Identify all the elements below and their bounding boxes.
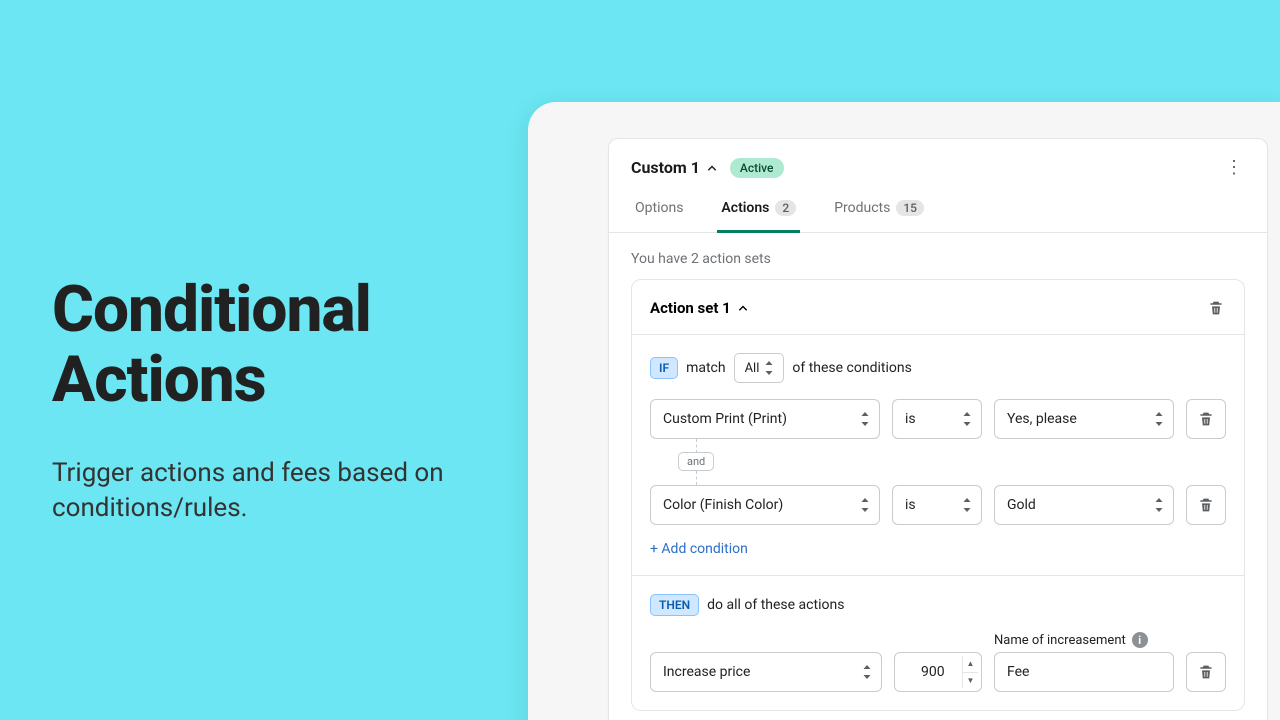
if-chip: IF	[650, 357, 678, 379]
delete-action-button[interactable]	[1186, 652, 1226, 692]
app-window: Custom 1 Active ⋮ Options Actions 2 Prod…	[528, 102, 1280, 720]
then-chip: THEN	[650, 594, 699, 616]
then-text: do all of these actions	[707, 597, 844, 613]
updown-caret-icon	[1153, 497, 1165, 513]
if-pre-text: match	[686, 360, 726, 376]
condition-operator-select[interactable]: is	[892, 485, 982, 525]
price-amount-input[interactable]: ¥ 900 ▲ ▼	[894, 652, 982, 692]
updown-caret-icon	[961, 411, 973, 427]
tab-options[interactable]: Options	[631, 192, 687, 233]
hero-title-line2: Actions	[52, 342, 266, 417]
optionset-card: Custom 1 Active ⋮ Options Actions 2 Prod…	[608, 138, 1268, 720]
updown-caret-icon	[861, 664, 873, 680]
actionsets-note: You have 2 action sets	[609, 233, 1267, 279]
match-mode-select[interactable]: All	[734, 353, 785, 383]
match-mode-value: All	[745, 361, 760, 376]
updown-caret-icon	[1153, 411, 1165, 427]
updown-caret-icon	[859, 411, 871, 427]
increasement-name-value: Fee	[1007, 664, 1029, 680]
action-row: Increase price ¥ 900 ▲ ▼	[650, 632, 1226, 692]
condition-field-select[interactable]: Color (Finish Color)	[650, 485, 880, 525]
updown-caret-icon	[961, 497, 973, 513]
condition-value: Yes, please	[1007, 411, 1077, 427]
amount-stepper: ▲ ▼	[962, 656, 978, 688]
then-block: THEN do all of these actions Increase pr…	[632, 575, 1244, 710]
actionset-title-toggle[interactable]: Action set 1	[650, 299, 749, 317]
tab-actions-label: Actions	[721, 200, 769, 216]
tab-products-count: 15	[896, 200, 924, 216]
condition-row: Custom Print (Print) is Yes, please	[650, 399, 1226, 439]
info-icon[interactable]: i	[1132, 632, 1148, 648]
tabs: Options Actions 2 Products 15	[609, 192, 1267, 233]
condition-field-select[interactable]: Custom Print (Print)	[650, 399, 880, 439]
condition-value-select[interactable]: Gold	[994, 485, 1174, 525]
if-block: IF match All of these conditions Custom …	[632, 334, 1244, 575]
tab-actions-count: 2	[775, 200, 796, 216]
condition-operator-value: is	[905, 497, 916, 513]
price-amount-value: 900	[921, 664, 945, 680]
stepper-up-button[interactable]: ▲	[963, 656, 978, 672]
optionset-title-toggle[interactable]: Custom 1	[631, 158, 718, 177]
condition-value-select[interactable]: Yes, please	[994, 399, 1174, 439]
delete-actionset-button[interactable]	[1206, 298, 1226, 318]
actionset-title: Action set 1	[650, 299, 731, 317]
more-menu-button[interactable]: ⋮	[1223, 157, 1245, 178]
increasement-name-text: Name of increasement	[994, 633, 1126, 648]
tab-products-label: Products	[834, 200, 890, 216]
if-post-text: of these conditions	[792, 360, 911, 376]
condition-field-value: Custom Print (Print)	[663, 411, 787, 427]
delete-condition-button[interactable]	[1186, 485, 1226, 525]
hero-subtitle: Trigger actions and fees based on condit…	[52, 456, 532, 526]
condition-value: Gold	[1007, 497, 1036, 513]
hero: Conditional Actions Trigger actions and …	[52, 275, 532, 526]
actionset-card: Action set 1 IF match All	[631, 279, 1245, 711]
chevron-up-icon	[737, 302, 749, 314]
condition-operator-select[interactable]: is	[892, 399, 982, 439]
hero-title-line1: Conditional	[52, 272, 371, 347]
increasement-name-label: Name of increasement i	[994, 632, 1174, 648]
action-type-value: Increase price	[663, 664, 750, 680]
updown-caret-icon	[763, 360, 775, 376]
chevron-up-icon	[706, 162, 718, 174]
hero-title: Conditional Actions	[52, 275, 532, 416]
action-type-select[interactable]: Increase price	[650, 652, 882, 692]
optionset-header: Custom 1 Active ⋮	[609, 139, 1267, 192]
condition-operator-value: is	[905, 411, 916, 427]
status-badge: Active	[730, 158, 784, 178]
condition-connector: and	[678, 439, 1226, 485]
optionset-name: Custom 1	[631, 158, 700, 177]
add-condition-button[interactable]: + Add condition	[650, 541, 748, 557]
stepper-down-button[interactable]: ▼	[963, 672, 978, 689]
updown-caret-icon	[859, 497, 871, 513]
tab-products[interactable]: Products 15	[830, 192, 928, 233]
delete-condition-button[interactable]	[1186, 399, 1226, 439]
condition-row: Color (Finish Color) is Gold	[650, 485, 1226, 525]
connector-label: and	[678, 452, 714, 471]
condition-field-value: Color (Finish Color)	[663, 497, 783, 513]
tab-options-label: Options	[635, 200, 683, 216]
increasement-name-input[interactable]: Fee	[994, 652, 1174, 692]
tab-actions[interactable]: Actions 2	[717, 192, 800, 233]
